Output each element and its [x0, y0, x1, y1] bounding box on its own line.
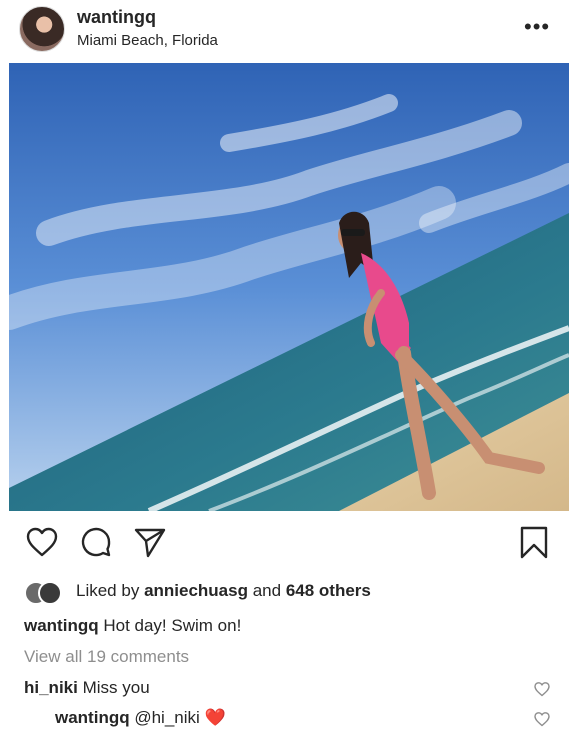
likes-prefix: Liked by	[76, 581, 140, 600]
comment-username[interactable]: hi_niki	[24, 678, 78, 697]
beach-photo	[9, 63, 569, 511]
likes-and: and	[252, 581, 282, 600]
action-bar	[0, 524, 575, 568]
post-location[interactable]: Miami Beach, Florida	[77, 32, 218, 49]
more-horizontal-icon[interactable]: •••	[524, 16, 550, 38]
comment-username[interactable]: wantingq	[55, 708, 130, 727]
bookmark-icon[interactable]	[516, 524, 552, 560]
share-icon[interactable]	[132, 524, 168, 560]
avatar[interactable]	[19, 6, 65, 52]
comment-icon[interactable]	[78, 524, 114, 560]
likes-count[interactable]: 648 others	[286, 581, 371, 600]
heart-icon[interactable]	[24, 524, 60, 560]
heart-emoji: ❤️	[204, 708, 226, 727]
caption-username[interactable]: wantingq	[24, 616, 99, 635]
likes-row: Liked by anniechuasg and 648 others	[24, 578, 544, 605]
caption-text: Hot day! Swim on!	[103, 616, 242, 635]
caption: wantingq Hot day! Swim on!	[24, 616, 241, 636]
comment-like-heart-icon[interactable]	[533, 710, 551, 728]
comment-text: Miss you	[82, 678, 150, 697]
post-username[interactable]: wantingq	[77, 7, 156, 28]
reply-comment: wantingq @hi_niki ❤️	[55, 708, 226, 728]
comment-mention[interactable]: @hi_niki	[134, 708, 199, 727]
post-header: wantingq Miami Beach, Florida •••	[0, 0, 575, 62]
comment: hi_niki Miss you	[24, 678, 150, 698]
view-all-comments-link[interactable]: View all 19 comments	[24, 647, 189, 667]
likes-text[interactable]: Liked by anniechuasg and 648 others	[76, 581, 371, 601]
post-photo[interactable]	[9, 63, 569, 511]
liker-avatar	[38, 581, 62, 605]
comment-like-heart-icon[interactable]	[533, 680, 551, 698]
liker-username[interactable]: anniechuasg	[144, 581, 248, 600]
